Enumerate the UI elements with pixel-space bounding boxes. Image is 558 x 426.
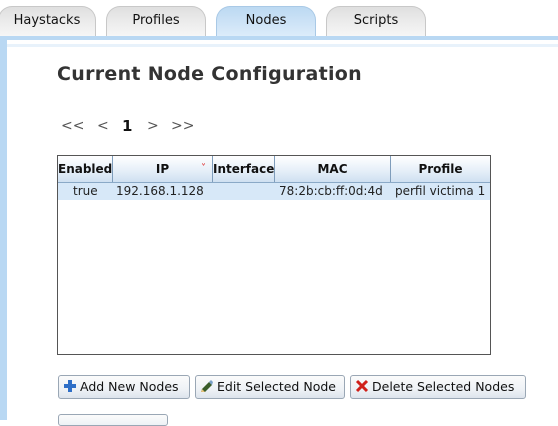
pager-last[interactable]: >> bbox=[171, 118, 194, 134]
edit-selected-node-label: Edit Selected Node bbox=[217, 379, 336, 394]
column-header-ip[interactable]: IP ˅ bbox=[113, 156, 213, 182]
tab-scripts[interactable]: Scripts bbox=[326, 6, 426, 36]
pager-current-page[interactable]: 1 bbox=[122, 117, 132, 135]
delete-selected-nodes-button[interactable]: Delete Selected Nodes bbox=[350, 375, 526, 399]
tab-label: Haystacks bbox=[13, 13, 81, 28]
tab-bar: Haystacks Profiles Nodes Scripts bbox=[0, 0, 558, 36]
page-title: Current Node Configuration bbox=[57, 63, 362, 85]
tab-label: Scripts bbox=[353, 13, 399, 28]
cell-profile: perfil victima 1 bbox=[395, 184, 486, 198]
add-new-nodes-button[interactable]: Add New Nodes bbox=[58, 375, 190, 399]
column-header-profile[interactable]: Profile bbox=[391, 156, 490, 182]
add-new-nodes-label: Add New Nodes bbox=[80, 379, 179, 394]
column-header-enabled[interactable]: Enabled bbox=[58, 156, 113, 182]
column-header-mac[interactable]: MAC bbox=[275, 156, 391, 182]
plus-icon bbox=[64, 380, 76, 392]
nodes-table: Enabled IP ˅ Interface MAC Profile true … bbox=[57, 155, 491, 355]
cell-ip: 192.168.1.128 bbox=[116, 184, 204, 198]
pager-prev[interactable]: < bbox=[97, 118, 109, 134]
cell-mac: 78:2b:cb:ff:0d:4d bbox=[279, 184, 383, 198]
tab-label: Nodes bbox=[245, 13, 287, 28]
pencil-icon bbox=[201, 380, 213, 392]
table-row[interactable]: true 192.168.1.128 78:2b:cb:ff:0d:4d per… bbox=[58, 183, 490, 200]
content-frame-highlight bbox=[7, 44, 558, 47]
pager-first[interactable]: << bbox=[61, 118, 84, 134]
tab-label: Profiles bbox=[132, 13, 180, 28]
tab-nodes[interactable]: Nodes bbox=[216, 6, 316, 36]
delete-selected-nodes-label: Delete Selected Nodes bbox=[372, 379, 515, 394]
table-header: Enabled IP ˅ Interface MAC Profile bbox=[58, 156, 490, 183]
pager-next[interactable]: > bbox=[147, 118, 159, 134]
column-header-interface[interactable]: Interface bbox=[213, 156, 275, 182]
x-icon bbox=[355, 379, 369, 393]
edit-selected-node-button[interactable]: Edit Selected Node bbox=[195, 375, 345, 399]
cell-enabled: true bbox=[73, 184, 98, 198]
sort-down-icon: ˅ bbox=[201, 163, 206, 174]
partial-button[interactable] bbox=[58, 414, 168, 426]
tab-profiles[interactable]: Profiles bbox=[106, 6, 206, 36]
tab-haystacks[interactable]: Haystacks bbox=[0, 6, 96, 36]
